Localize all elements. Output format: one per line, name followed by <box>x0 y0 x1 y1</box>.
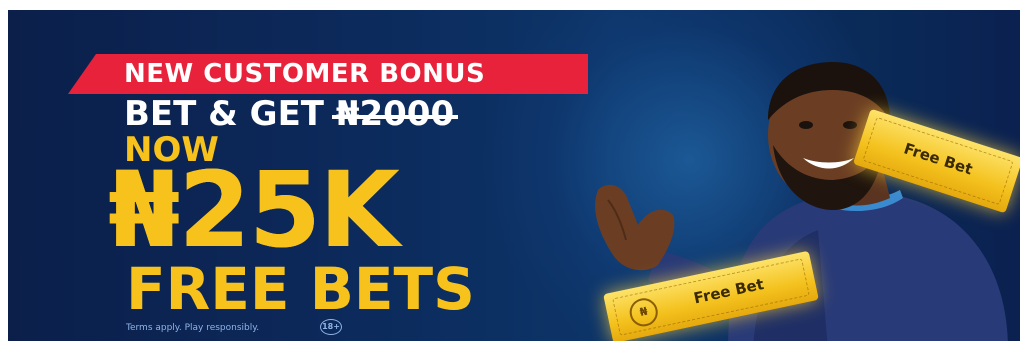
bet-and-get-line: BET & GET ₦2000 <box>124 94 459 134</box>
bonus-amount: ₦25K <box>108 149 400 271</box>
new-customer-bonus-label: NEW CUSTOMER BONUS <box>124 59 486 89</box>
age-restriction-badge: 18+ <box>320 319 342 335</box>
terms-text: Terms apply. Play responsibly. <box>126 323 260 333</box>
free-bets-label: FREE BETS <box>126 255 475 323</box>
bet-get-prefix: BET & GET <box>124 94 336 134</box>
promo-banner[interactable]: NEW CUSTOMER BONUS BET & GET ₦2000 NOW ₦… <box>8 10 1020 341</box>
old-amount-strikethrough: ₦2000 <box>331 94 459 134</box>
